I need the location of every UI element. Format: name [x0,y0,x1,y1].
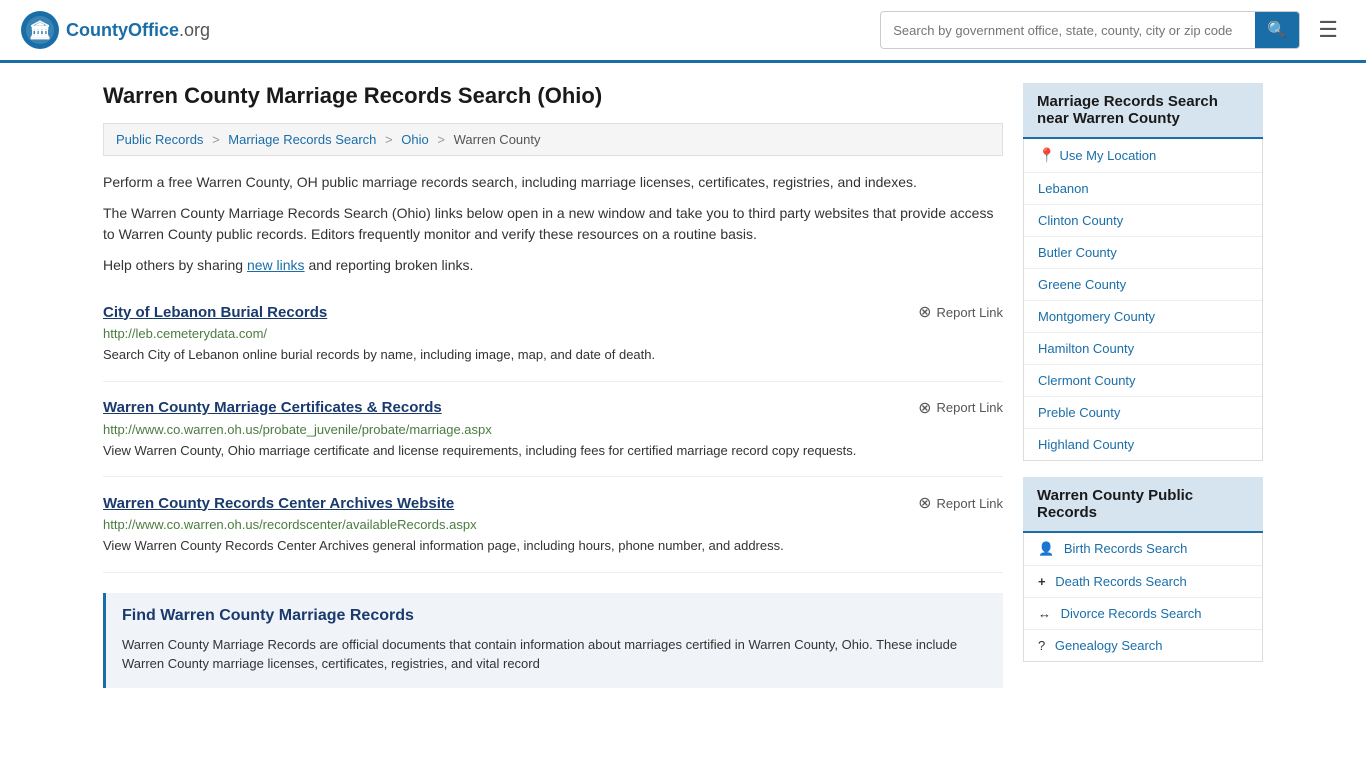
logo-area: 🏛 CountyOffice.org [20,10,210,50]
page-title: Warren County Marriage Records Search (O… [103,83,1003,109]
location-dot-icon: 📍 [1038,147,1055,164]
report-link-btn-3[interactable]: ⊗ Report Link [918,493,1003,513]
menu-button[interactable]: ☰ [1310,13,1346,47]
svg-text:🏛: 🏛 [29,20,52,40]
record-desc-3: View Warren County Records Center Archiv… [103,536,1003,556]
search-bar: 🔍 [880,11,1300,49]
record-desc-1: Search City of Lebanon online burial rec… [103,345,1003,365]
find-section-desc: Warren County Marriage Records are offic… [122,635,987,674]
record-entry-3: Warren County Records Center Archives We… [103,477,1003,573]
sidebar-item-lebanon[interactable]: Lebanon [1024,173,1262,205]
sidebar-public-records-list: 👤 Birth Records Search + Death Records S… [1023,533,1263,662]
report-link-btn-1[interactable]: ⊗ Report Link [918,302,1003,322]
divorce-icon: ↔ [1038,606,1051,621]
sidebar-item-death-records[interactable]: + Death Records Search [1024,566,1262,598]
breadcrumb-warren-county: Warren County [454,132,541,147]
sidebar-item-highland-county[interactable]: Highland County [1024,429,1262,460]
record-title-3[interactable]: Warren County Records Center Archives We… [103,495,454,512]
description-1: Perform a free Warren County, OH public … [103,172,1003,193]
record-desc-2: View Warren County, Ohio marriage certif… [103,441,1003,461]
sidebar-public-records-section: Warren County Public Records 👤 Birth Rec… [1023,477,1263,662]
record-entry-1: City of Lebanon Burial Records ⊗ Report … [103,286,1003,382]
main-container: Warren County Marriage Records Search (O… [83,63,1283,708]
sidebar-nearby-list: 📍 Use My Location Lebanon Clinton County… [1023,139,1263,461]
search-button[interactable]: 🔍 [1255,12,1299,48]
record-url-2: http://www.co.warren.oh.us/probate_juven… [103,422,1003,437]
sidebar-item-birth-records[interactable]: 👤 Birth Records Search [1024,533,1262,566]
sidebar-item-clinton-county[interactable]: Clinton County [1024,205,1262,237]
sidebar-nearby-header: Marriage Records Search near Warren Coun… [1023,83,1263,139]
new-links-link[interactable]: new links [247,257,305,273]
use-my-location-link[interactable]: Use My Location [1059,148,1156,163]
sidebar-item-divorce-records[interactable]: ↔ Divorce Records Search [1024,598,1262,630]
breadcrumb-ohio[interactable]: Ohio [401,132,428,147]
sidebar-use-location[interactable]: 📍 Use My Location [1024,139,1262,173]
sidebar-item-clermont-county[interactable]: Clermont County [1024,365,1262,397]
header-right: 🔍 ☰ [880,11,1346,49]
sidebar-item-hamilton-county[interactable]: Hamilton County [1024,333,1262,365]
death-icon: + [1038,574,1046,589]
find-section: Find Warren County Marriage Records Warr… [103,593,1003,688]
report-icon-3: ⊗ [918,493,931,513]
record-url-1: http://leb.cemeterydata.com/ [103,326,1003,341]
description-2: The Warren County Marriage Records Searc… [103,203,1003,245]
report-icon-2: ⊗ [918,398,931,418]
record-url-3: http://www.co.warren.oh.us/recordscenter… [103,517,1003,532]
breadcrumb-public-records[interactable]: Public Records [116,132,203,147]
report-icon-1: ⊗ [918,302,931,322]
sidebar-item-montgomery-county[interactable]: Montgomery County [1024,301,1262,333]
search-input[interactable] [881,15,1255,46]
sidebar: Marriage Records Search near Warren Coun… [1023,83,1263,688]
breadcrumb: Public Records > Marriage Records Search… [103,123,1003,156]
sidebar-public-records-header: Warren County Public Records [1023,477,1263,533]
site-header: 🏛 CountyOffice.org 🔍 ☰ [0,0,1366,63]
genealogy-icon: ? [1038,638,1045,653]
sidebar-item-greene-county[interactable]: Greene County [1024,269,1262,301]
find-section-title: Find Warren County Marriage Records [122,607,987,625]
birth-icon: 👤 [1038,541,1054,556]
breadcrumb-marriage-records[interactable]: Marriage Records Search [228,132,376,147]
logo-icon: 🏛 [20,10,60,50]
report-link-btn-2[interactable]: ⊗ Report Link [918,398,1003,418]
sidebar-item-genealogy[interactable]: ? Genealogy Search [1024,630,1262,661]
sidebar-item-butler-county[interactable]: Butler County [1024,237,1262,269]
record-title-2[interactable]: Warren County Marriage Certificates & Re… [103,399,442,416]
record-entry-2: Warren County Marriage Certificates & Re… [103,382,1003,478]
record-title-1[interactable]: City of Lebanon Burial Records [103,304,327,321]
sidebar-nearby-section: Marriage Records Search near Warren Coun… [1023,83,1263,461]
sidebar-item-preble-county[interactable]: Preble County [1024,397,1262,429]
content-area: Warren County Marriage Records Search (O… [103,83,1003,688]
description-3: Help others by sharing new links and rep… [103,255,1003,276]
logo-text: CountyOffice.org [66,20,210,41]
